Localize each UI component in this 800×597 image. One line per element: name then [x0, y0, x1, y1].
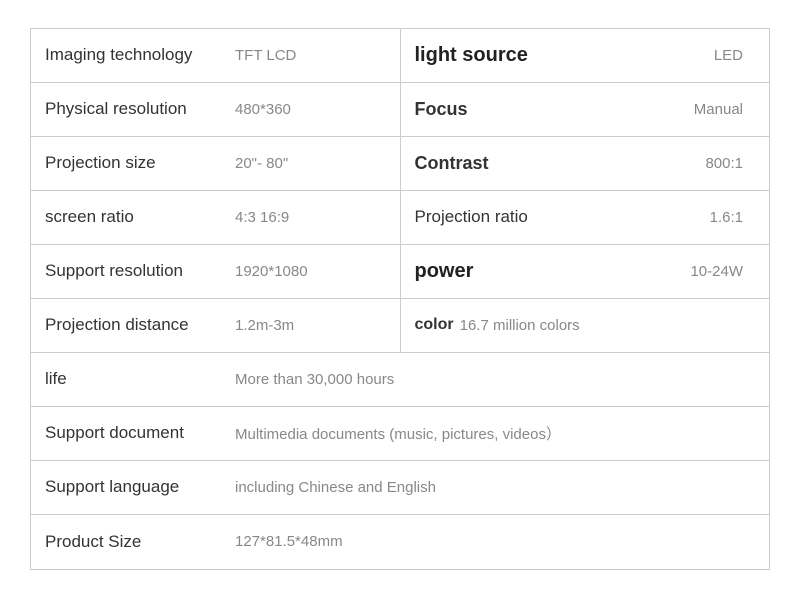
full-cell: Product Size127*81.5*48mm — [31, 522, 769, 562]
left-value: 1.2m-3m — [235, 317, 386, 334]
full-cell: lifeMore than 30,000 hours — [31, 359, 769, 399]
full-label: Product Size — [45, 532, 235, 552]
right-value: LED — [575, 47, 756, 64]
right-label: light source — [415, 44, 575, 67]
full-label: life — [45, 369, 235, 389]
right-value: 10-24W — [575, 263, 756, 280]
left-label: screen ratio — [45, 207, 235, 227]
full-label: Support language — [45, 477, 235, 497]
full-value: 127*81.5*48mm — [235, 533, 343, 550]
right-cell: power10-24W — [401, 250, 770, 293]
right-value: Manual — [515, 101, 756, 118]
right-label: Contrast — [415, 153, 515, 174]
left-cell: Physical resolution480*360 — [31, 89, 400, 129]
full-value: including Chinese and English — [235, 479, 436, 496]
right-value: 800:1 — [515, 155, 756, 172]
left-value: TFT LCD — [235, 47, 386, 64]
full-cell: Support languageincluding Chinese and En… — [31, 467, 769, 507]
right-label: color — [415, 316, 454, 334]
table-row: lifeMore than 30,000 hours — [31, 353, 769, 407]
right-cell: color 16.7 million colors — [401, 306, 770, 344]
specs-table: Imaging technologyTFT LCDlight sourceLED… — [30, 28, 770, 570]
right-label: Projection ratio — [415, 207, 575, 227]
left-label: Projection distance — [45, 315, 235, 335]
left-cell: Projection size20"- 80" — [31, 143, 400, 183]
left-value: 480*360 — [235, 101, 386, 118]
right-label: Focus — [415, 99, 515, 120]
left-label: Physical resolution — [45, 99, 235, 119]
left-label: Imaging technology — [45, 45, 235, 65]
table-row: Imaging technologyTFT LCDlight sourceLED — [31, 29, 769, 83]
right-value: 1.6:1 — [575, 209, 756, 226]
left-label: Support resolution — [45, 261, 235, 281]
left-label: Projection size — [45, 153, 235, 173]
left-cell: screen ratio4:3 16:9 — [31, 197, 400, 237]
table-row: screen ratio4:3 16:9Projection ratio1.6:… — [31, 191, 769, 245]
left-cell: Support resolution1920*1080 — [31, 251, 400, 291]
right-cell: FocusManual — [401, 89, 770, 130]
left-cell: Projection distance1.2m-3m — [31, 305, 400, 345]
table-row: Support languageincluding Chinese and En… — [31, 461, 769, 515]
full-value: More than 30,000 hours — [235, 371, 394, 388]
table-row: Projection size20"- 80"Contrast800:1 — [31, 137, 769, 191]
right-inline-value: 16.7 million colors — [460, 317, 755, 334]
right-cell: Contrast800:1 — [401, 143, 770, 184]
full-label: Support document — [45, 423, 235, 443]
table-row: Product Size127*81.5*48mm — [31, 515, 769, 569]
left-value: 20"- 80" — [235, 155, 386, 172]
full-value: Multimedia documents (music, pictures, v… — [235, 423, 561, 444]
left-value: 1920*1080 — [235, 263, 386, 280]
table-row: Physical resolution480*360FocusManual — [31, 83, 769, 137]
table-row: Support documentMultimedia documents (mu… — [31, 407, 769, 461]
right-cell: Projection ratio1.6:1 — [401, 197, 770, 237]
left-value: 4:3 16:9 — [235, 209, 386, 226]
right-cell: light sourceLED — [401, 34, 770, 77]
left-cell: Imaging technologyTFT LCD — [31, 35, 400, 75]
table-row: Projection distance1.2m-3m color 16.7 mill… — [31, 299, 769, 353]
right-label: power — [415, 260, 575, 283]
table-row: Support resolution1920*1080power10-24W — [31, 245, 769, 299]
full-cell: Support documentMultimedia documents (mu… — [31, 413, 769, 454]
